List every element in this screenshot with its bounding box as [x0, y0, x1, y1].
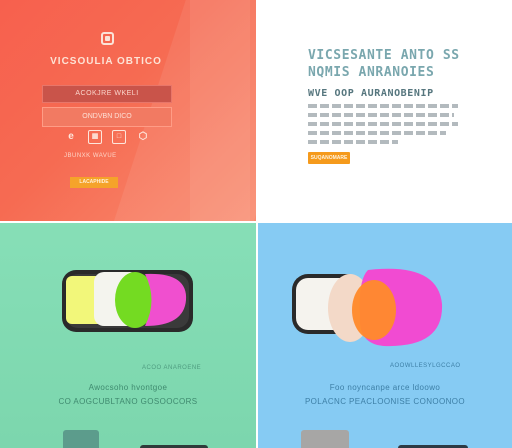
caption-line: Foo noyncanpe arce ldoowo	[329, 383, 441, 392]
signup-panel: VICSOULIA OBTICO ACOKJRE WKELI ONDVBN DI…	[0, 0, 256, 221]
logo-icon	[101, 32, 114, 45]
submit-button[interactable]: ONDVBN DICO	[42, 107, 172, 127]
email-field[interactable]: ACOKJRE WKELI	[42, 85, 172, 103]
text-line	[308, 131, 446, 135]
light-streak	[190, 0, 250, 221]
headline: VICSESANTE ANTO SS NQMIS ANRANOIES	[308, 48, 460, 80]
text-line	[308, 140, 398, 144]
text-line	[308, 122, 458, 126]
page: VICSOULIA OBTICO ACOKJRE WKELI ONDVBN DI…	[0, 0, 512, 448]
headline-panel: VICSESANTE ANTO SS NQMIS ANRANOIES WVE O…	[258, 0, 512, 221]
caption-line: CO AOGCUBLTANO GOSOOCORS	[58, 397, 198, 406]
goggles-image	[292, 268, 443, 347]
cta-button[interactable]: SUQANOMARE	[308, 152, 350, 164]
cta-button[interactable]: LACAPHIDE	[70, 177, 118, 188]
social-row: e ▦ □ ⬡	[64, 130, 150, 144]
e-icon[interactable]: e	[64, 130, 78, 144]
cube-icon[interactable]: ⬡	[136, 130, 150, 144]
caption-small: AOOWLLESYLGCCAO	[390, 363, 461, 369]
square-icon[interactable]: □	[112, 130, 126, 144]
text-line	[308, 104, 458, 108]
grid-icon[interactable]: ▦	[88, 130, 102, 144]
thumbnail[interactable]	[63, 430, 99, 448]
body-text	[308, 104, 458, 149]
caption-line: Awocsoho hvontgoe	[88, 383, 168, 392]
text-line	[308, 113, 454, 117]
signup-title: VICSOULIA OBTICO	[50, 56, 162, 67]
subheadline: WVE OOP AURANOBENIP	[308, 88, 434, 99]
helper-text: JBUNXK WAVUE	[64, 153, 117, 159]
caption-line: POLACNC PEACLOONISE CONOONOO	[304, 397, 466, 406]
caption-small: ACOO ANAROENE	[142, 365, 202, 371]
product-panel-sky: AOOWLLESYLGCCAO Foo noyncanpe arce ldoow…	[258, 223, 512, 448]
thumbnail[interactable]	[301, 430, 349, 448]
goggles-image	[62, 270, 193, 332]
product-panel-mint: ACOO ANAROENE Awocsoho hvontgoe CO AOGCU…	[0, 223, 256, 448]
